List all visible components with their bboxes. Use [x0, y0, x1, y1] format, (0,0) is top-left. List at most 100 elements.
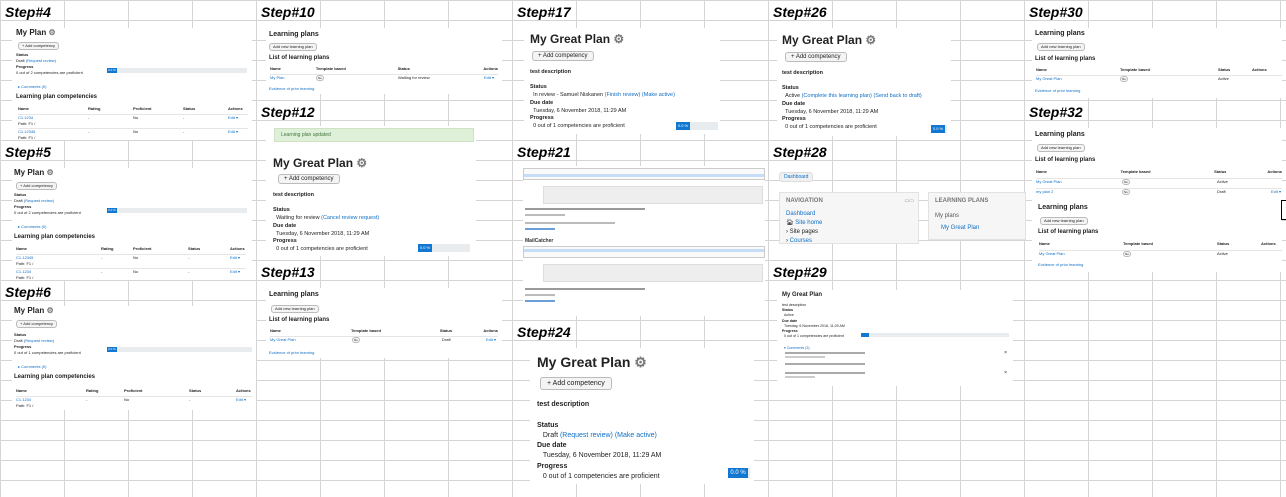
- page-title: My Great Plan ⚙: [530, 32, 625, 46]
- gear-icon[interactable]: ⚙: [46, 168, 53, 177]
- breadcrumb[interactable]: Dashboard: [779, 172, 814, 182]
- nav-item-site-pages[interactable]: › Site pages: [786, 228, 822, 237]
- cancel-review-link[interactable]: (Cancel review request): [321, 215, 379, 221]
- add-competency-button[interactable]: + Add competency: [532, 51, 594, 61]
- add-competency-button[interactable]: + Add competency: [18, 42, 60, 50]
- my-great-plan-link[interactable]: My Great Plan: [941, 225, 979, 231]
- comments-link[interactable]: ▸ Comments (0): [18, 224, 46, 230]
- step-label: Step#21: [517, 144, 571, 160]
- block-controls-icon[interactable]: ▭▭: [905, 198, 914, 204]
- table-header: Name Template based Status Actions: [1039, 241, 1276, 246]
- step-label: Step#4: [5, 4, 51, 20]
- page-title: My Great Plan: [782, 292, 823, 298]
- progress-bar: 0.0 %: [107, 347, 252, 352]
- step-label: Step#32: [1029, 104, 1083, 120]
- edit-menu[interactable]: Edit ▾: [1271, 189, 1281, 195]
- success-notice: Learning plan updated: [274, 128, 474, 142]
- evidence-link[interactable]: Evidence of prior learning: [1038, 262, 1083, 268]
- my-plan-panel: My Plan ⚙ + Add competency Status Draft (…: [12, 28, 252, 140]
- edit-menu[interactable]: Edit ▾: [230, 269, 240, 280]
- status-block: Status Draft (Request review) Progress 0 ou…: [14, 192, 81, 215]
- edit-menu[interactable]: Edit ▾: [236, 397, 246, 409]
- gear-icon[interactable]: ⚙: [634, 354, 647, 370]
- mail-header: [543, 264, 763, 282]
- table-header: Name Rating Proficient Status Actions: [16, 388, 251, 393]
- mail-list: [523, 246, 765, 258]
- delete-comment-icon[interactable]: ×: [1004, 370, 1007, 376]
- table-header: Name Template based Status Actions: [270, 66, 499, 71]
- comments-link[interactable]: ▸ Comments (0): [18, 84, 46, 90]
- page-title: Learning plans: [1038, 204, 1088, 211]
- mailcatcher-logo: MailCatcher: [525, 238, 554, 244]
- gear-icon[interactable]: ⚙: [356, 156, 367, 170]
- table-row: My Great Plan No Active: [1036, 75, 1282, 82]
- table-row: My Great Plan No Active: [1039, 250, 1282, 257]
- request-review-link[interactable]: (Request review): [26, 58, 56, 63]
- make-active-link[interactable]: (Make active): [642, 92, 675, 98]
- add-competency-button[interactable]: + Add competency: [785, 52, 847, 62]
- page-title: Learning plans: [269, 291, 319, 298]
- edit-menu[interactable]: Edit ▾: [228, 115, 238, 127]
- finish-review-link[interactable]: (Finish review): [605, 92, 641, 98]
- progress-bar: [861, 333, 1009, 337]
- add-learning-plan-button[interactable]: Add new learning plan: [1037, 144, 1085, 152]
- gear-icon[interactable]: ⚙: [48, 28, 55, 37]
- step-label: Step#13: [261, 264, 315, 280]
- nav-item-dashboard[interactable]: Dashboard: [786, 210, 822, 219]
- gear-icon[interactable]: ⚙: [613, 32, 624, 46]
- page-title: My Plan ⚙: [16, 28, 56, 37]
- table-header: Name Template based Status Actions: [270, 328, 498, 333]
- step-label: Step#26: [773, 4, 827, 20]
- table-row: My Great Plan No Draft Edit ▾: [270, 336, 498, 343]
- progress-bar: 0.0 %: [418, 244, 470, 252]
- add-competency-button[interactable]: + Add competency: [16, 182, 58, 190]
- nav-item-courses[interactable]: › Courses: [786, 237, 822, 244]
- evidence-link[interactable]: Evidence of prior learning: [1035, 88, 1080, 94]
- progress-bar: 0.0 %: [931, 125, 947, 133]
- plan-info: test description Status Draft (Request re…: [537, 401, 662, 481]
- gear-icon[interactable]: ⚙: [46, 306, 53, 315]
- request-review-link[interactable]: (Request review): [560, 432, 613, 439]
- table-row: C1.12345 Path: F1 /- No - Edit ▾: [18, 128, 248, 140]
- add-competency-button[interactable]: + Add competency: [16, 320, 58, 328]
- edit-menu[interactable]: Edit ▾: [486, 337, 496, 343]
- my-plan-panel: My Plan ⚙ + Add competency Status Draft (…: [12, 306, 256, 410]
- evidence-link[interactable]: Evidence of prior learning: [269, 86, 314, 92]
- comments-link[interactable]: ▾ Comments (3): [784, 346, 810, 351]
- table-header: Name Template based Status Actions: [1036, 67, 1267, 72]
- add-learning-plan-button[interactable]: Add new learning plan: [271, 305, 319, 313]
- list-heading: List of learning plans: [1035, 56, 1096, 62]
- step-label: Step#6: [5, 284, 51, 300]
- delete-comment-icon[interactable]: ×: [1004, 350, 1007, 356]
- table-row: My Plan No Waiting for review Edit ▾: [270, 74, 498, 81]
- gear-icon[interactable]: ⚙: [865, 33, 876, 47]
- comments-link[interactable]: ▸ Comments (0): [18, 364, 46, 370]
- evidence-link[interactable]: Evidence of prior learning: [269, 350, 314, 356]
- complete-plan-link[interactable]: (Complete this learning plan): [802, 93, 872, 99]
- edit-menu[interactable]: Edit ▾: [228, 129, 238, 140]
- dashboard-panel: Dashboard NAVIGATION ▭▭ Dashboard 🏠︎ Sit…: [777, 168, 1027, 244]
- chevron-right-icon: ›: [786, 229, 788, 235]
- add-learning-plan-button[interactable]: Add new learning plan: [269, 43, 317, 51]
- nav-item-site-home[interactable]: 🏠︎ Site home: [786, 219, 822, 228]
- make-active-link[interactable]: (Make active): [615, 432, 657, 439]
- mail-screenshot: MailCatcher: [523, 166, 765, 316]
- chevron-right-icon: ›: [786, 238, 788, 244]
- add-competency-button[interactable]: + Add competency: [540, 377, 612, 390]
- competencies-heading: Learning plan competencies: [14, 234, 96, 240]
- add-learning-plan-button[interactable]: Add new learning plan: [1040, 217, 1088, 225]
- edit-menu[interactable]: Edit ▾: [484, 75, 494, 81]
- comment-list: × ×: [785, 350, 1007, 382]
- table-row: my plan 2 No Draft Edit ▾: [1036, 188, 1282, 195]
- table-row: C1.1234 Path: F1 /- No - Edit ▾: [16, 268, 246, 280]
- table-row: C1.12345 Path: F1 /- No - Edit ▾: [16, 254, 246, 267]
- my-plan-panel: My Plan ⚙ + Add competency Status Draft (…: [12, 168, 252, 280]
- edit-menu[interactable]: Edit ▾: [230, 255, 240, 267]
- send-back-to-draft-link[interactable]: (Send back to draft): [873, 93, 921, 99]
- add-learning-plan-button[interactable]: Add new learning plan: [1037, 43, 1085, 51]
- nav-list: Dashboard 🏠︎ Site home › Site pages › Co…: [786, 210, 822, 244]
- add-competency-button[interactable]: + Add competency: [278, 174, 340, 184]
- learning-plans-panel: Learning plans Add new learning plan Lis…: [266, 288, 502, 358]
- table-row: My Great Plan No Active: [1036, 178, 1282, 185]
- progress-bar: 0.0 %: [676, 122, 718, 130]
